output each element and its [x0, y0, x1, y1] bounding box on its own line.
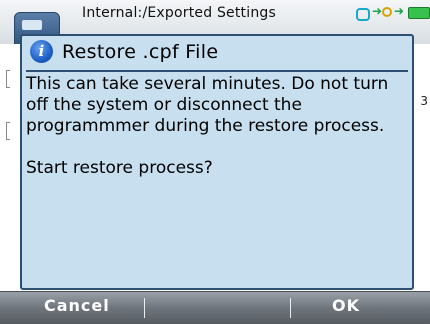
background-row-edge: [6, 122, 10, 140]
battery-icon: [408, 7, 430, 19]
path-title: Internal:/Exported Settings: [82, 5, 276, 21]
key-icon: [382, 7, 392, 17]
cancel-button[interactable]: Cancel: [44, 296, 110, 315]
dialog-header: i Restore .cpf File: [22, 36, 412, 70]
status-icons: ➜ ➜: [350, 4, 430, 22]
restore-dialog: i Restore .cpf File This can take severa…: [20, 34, 414, 290]
softkey-divider: [144, 298, 145, 318]
dialog-title: Restore .cpf File: [62, 41, 219, 63]
softkey-bar: Cancel OK: [0, 291, 430, 324]
ok-button[interactable]: OK: [332, 296, 360, 315]
info-icon: i: [30, 40, 53, 63]
dialog-message: This can take several minutes. Do not tu…: [26, 74, 389, 178]
dialog-divider: [26, 70, 408, 72]
usb-icon: [356, 8, 370, 21]
arrow-icon: ➜: [394, 4, 405, 18]
background-partial-number: 3: [420, 94, 428, 108]
softkey-divider: [290, 298, 291, 318]
arrow-icon: ➜: [372, 4, 383, 18]
folder-tab-shape: [22, 20, 42, 30]
background-row-edge: [6, 70, 10, 88]
